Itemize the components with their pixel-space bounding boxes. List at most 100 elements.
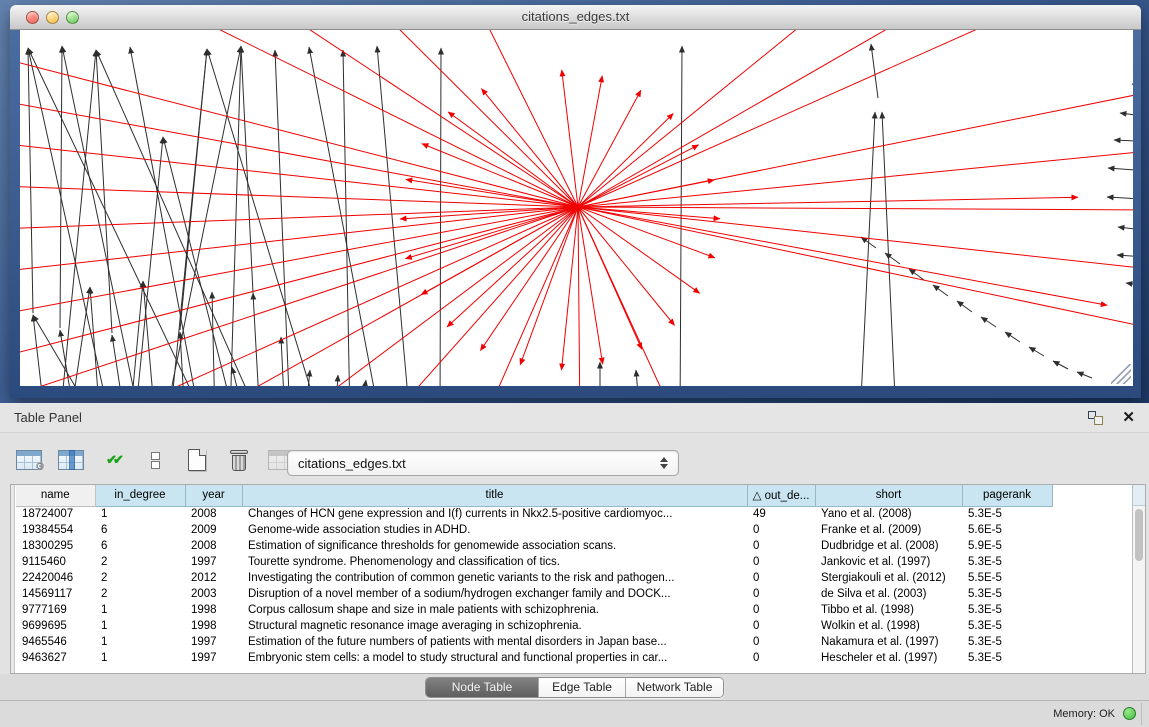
cell-name[interactable]: 9463627 (16, 650, 95, 666)
red-edge[interactable] (578, 207, 603, 364)
close-panel-icon[interactable]: ✕ (1122, 408, 1135, 426)
red-edge[interactable] (421, 207, 578, 295)
red-edge[interactable] (578, 207, 642, 349)
column-header-pagerank[interactable]: pagerank (962, 485, 1052, 506)
cell-pagerank[interactable]: 5.3E-5 (962, 506, 1052, 522)
red-edge[interactable] (406, 179, 578, 207)
black-edge[interactable] (882, 112, 896, 386)
cell-in_degree[interactable]: 2 (95, 570, 185, 586)
float-panel-icon[interactable] (1088, 411, 1103, 425)
red-edge[interactable] (578, 197, 1078, 207)
red-edge[interactable] (448, 112, 578, 207)
select-all-columns-icon[interactable]: ✔✔ (98, 445, 128, 475)
cell-year[interactable]: 2012 (185, 570, 242, 586)
column-header-short[interactable]: short (815, 485, 962, 506)
red-edge[interactable] (480, 30, 578, 207)
cell-short[interactable]: de Silva et al. (2003) (815, 586, 962, 602)
black-edge[interactable] (636, 370, 640, 386)
cell-title[interactable]: Changes of HCN gene expression and I(f) … (242, 506, 747, 522)
black-edge[interactable] (360, 380, 366, 386)
tab-node-table[interactable]: Node Table (426, 678, 539, 697)
cell-pagerank[interactable]: 5.3E-5 (962, 634, 1052, 650)
red-edge[interactable] (520, 207, 578, 365)
cell-in_degree[interactable]: 6 (95, 522, 185, 538)
scrollbar-thumb[interactable] (1135, 509, 1143, 561)
unselect-columns-icon[interactable] (140, 445, 170, 475)
cell-short[interactable]: Dudbridge et al. (2008) (815, 538, 962, 554)
table-mode-icon[interactable]: ⚙ (14, 445, 44, 475)
cell-short[interactable]: Jankovic et al. (1997) (815, 554, 962, 570)
column-header-year[interactable]: year (185, 485, 242, 506)
red-edge[interactable] (405, 207, 578, 259)
cell-year[interactable]: 1998 (185, 602, 242, 618)
column-header-in_degree[interactable]: in_degree (95, 485, 185, 506)
network-canvas[interactable] (20, 30, 1133, 386)
red-edge[interactable] (562, 207, 578, 370)
table-row[interactable]: 1830029562008Estimation of significance … (16, 538, 1052, 554)
table-selector-dropdown[interactable]: citations_edges.txt (287, 450, 679, 476)
black-edge[interactable] (62, 46, 140, 386)
cell-year[interactable]: 2003 (185, 586, 242, 602)
cell-short[interactable]: Hescheler et al. (1997) (815, 650, 962, 666)
cell-pagerank[interactable]: 5.3E-5 (962, 554, 1052, 570)
red-edge[interactable] (20, 207, 578, 365)
cell-out_degree[interactable]: 0 (747, 618, 815, 634)
cell-pagerank[interactable]: 5.9E-5 (962, 538, 1052, 554)
tab-network-table[interactable]: Network Table (626, 678, 723, 697)
tab-edge-table[interactable]: Edge Table (539, 678, 626, 697)
cell-pagerank[interactable]: 5.3E-5 (962, 586, 1052, 602)
cell-title[interactable]: Estimation of significance thresholds fo… (242, 538, 747, 554)
red-edge[interactable] (578, 207, 680, 386)
black-edge[interactable] (253, 293, 260, 386)
red-edge[interactable] (180, 30, 578, 207)
table-row[interactable]: 2242004622012Investigating the contribut… (16, 570, 1052, 586)
cell-pagerank[interactable]: 5.5E-5 (962, 570, 1052, 586)
cell-year[interactable]: 1997 (185, 634, 242, 650)
black-edge[interactable] (1118, 227, 1133, 232)
cell-out_degree[interactable]: 0 (747, 586, 815, 602)
cell-out_degree[interactable]: 49 (747, 506, 815, 522)
cell-short[interactable]: Wolkin et al. (1998) (815, 618, 962, 634)
black-edge[interactable] (241, 46, 253, 293)
cell-in_degree[interactable]: 1 (95, 602, 185, 618)
black-edge[interactable] (933, 285, 948, 296)
red-edge[interactable] (578, 145, 699, 207)
cell-in_degree[interactable]: 2 (95, 554, 185, 570)
cell-out_degree[interactable]: 0 (747, 522, 815, 538)
black-edge[interactable] (1107, 197, 1133, 200)
cell-pagerank[interactable]: 5.6E-5 (962, 522, 1052, 538)
cell-title[interactable]: Genome-wide association studies in ADHD. (242, 522, 747, 538)
black-edge[interactable] (1029, 347, 1044, 356)
black-edge[interactable] (1108, 168, 1133, 172)
black-edge[interactable] (981, 317, 996, 327)
cell-in_degree[interactable]: 6 (95, 538, 185, 554)
cell-short[interactable]: Tibbo et al. (1998) (815, 602, 962, 618)
black-edge[interactable] (1126, 283, 1133, 288)
red-edge[interactable] (20, 207, 578, 230)
cell-name[interactable]: 9777169 (16, 602, 95, 618)
black-edge[interactable] (871, 44, 878, 98)
cell-year[interactable]: 2008 (185, 506, 242, 522)
black-edge[interactable] (232, 367, 245, 386)
table-row[interactable]: 977716911998Corpus callosum shape and si… (16, 602, 1052, 618)
cell-title[interactable]: Disruption of a novel member of a sodium… (242, 586, 747, 602)
cell-out_degree[interactable]: 0 (747, 554, 815, 570)
red-edge[interactable] (80, 207, 578, 386)
cell-name[interactable]: 18300295 (16, 538, 95, 554)
cell-title[interactable]: Corpus callosum shape and size in male p… (242, 602, 747, 618)
black-edge[interactable] (1005, 332, 1020, 342)
red-edge[interactable] (578, 207, 1133, 270)
column-header-name[interactable]: name (16, 485, 95, 506)
red-edge[interactable] (481, 89, 578, 207)
black-edge[interactable] (1132, 84, 1133, 92)
black-edge[interactable] (170, 49, 207, 386)
red-edge[interactable] (20, 207, 578, 320)
red-edge[interactable] (578, 180, 714, 207)
cell-title[interactable]: Tourette syndrome. Phenomenology and cla… (242, 554, 747, 570)
table-row[interactable]: 1872400712008Changes of HCN gene express… (16, 506, 1052, 522)
black-edge[interactable] (1053, 361, 1068, 369)
cell-year[interactable]: 2008 (185, 538, 242, 554)
cell-title[interactable]: Investigating the contribution of common… (242, 570, 747, 586)
black-edge[interactable] (957, 301, 972, 312)
red-edge[interactable] (447, 207, 578, 327)
